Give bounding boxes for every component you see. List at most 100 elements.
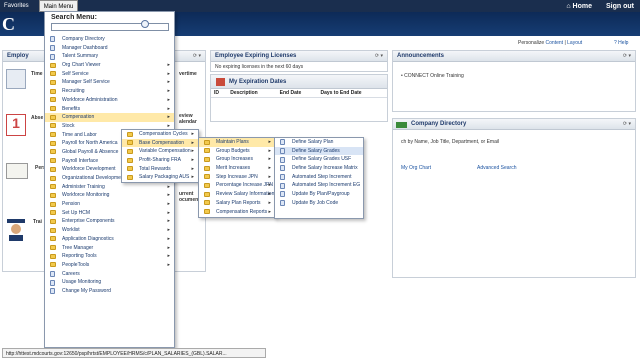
folder-icon <box>127 157 133 163</box>
menu-item[interactable]: Compensation ▸ <box>45 113 174 122</box>
pagelet-title: Employee Expiring Licenses ⟳ ▾ <box>211 51 387 62</box>
menu-item[interactable]: Maintain Plans ▸ <box>199 138 275 147</box>
pagelet-controls[interactable]: ⟳ ▾ <box>375 51 383 62</box>
personalize-bar: Personalize Content | Layout <box>518 40 582 46</box>
menu-item[interactable]: Automated Step Increment <box>275 173 363 182</box>
menu-item[interactable]: Workforce Administration ▸ <box>45 96 174 105</box>
menu-item[interactable]: Workforce Monitoring ▸ <box>45 191 174 200</box>
expiration-table: ID Description End Date Days to End Date <box>211 89 387 98</box>
folder-icon <box>50 132 56 138</box>
personalize-layout-link[interactable]: Layout <box>567 40 582 46</box>
menu-item[interactable]: Set Up HCM ▸ <box>45 209 174 218</box>
signout-link[interactable]: Sign out <box>606 3 634 10</box>
menu-item-label: Organizational Development <box>62 175 126 181</box>
menu-item[interactable]: Update By Plan/Paygroup <box>275 190 363 199</box>
menu-item[interactable]: Benefits ▸ <box>45 105 174 114</box>
org-chart-link[interactable]: My Org Chart <box>401 165 431 171</box>
chevron-right-icon: ▸ <box>167 227 170 234</box>
folder-icon <box>204 156 210 162</box>
menu-item[interactable]: Salary Packaging AUS ▸ <box>122 173 198 182</box>
home-link[interactable]: ⌂ Home <box>566 3 592 10</box>
menu-item[interactable]: Step Increase JPN ▸ <box>199 173 275 182</box>
menu-item[interactable]: Compensation Reports ▸ <box>199 208 275 217</box>
menu-item-label: Workforce Monitoring <box>62 192 110 199</box>
menu-item[interactable]: Group Increases ▸ <box>199 155 275 164</box>
menu-item[interactable]: Define Salary Increase Matrix <box>275 164 363 173</box>
menu-item[interactable]: Self Service ▸ <box>45 70 174 79</box>
menu-item[interactable]: PeopleTools ▸ <box>45 261 174 270</box>
menu-item[interactable]: Percentage Increase JPN ▸ <box>199 181 275 190</box>
menu-item[interactable]: Worklist ▸ <box>45 226 174 235</box>
menu-item[interactable]: Define Salary Plan <box>275 138 363 147</box>
menu-item[interactable]: Tree Manager ▸ <box>45 244 174 253</box>
menu-item-label: Worklist <box>62 227 80 234</box>
menu-item-label: Self Service <box>62 70 89 77</box>
menu-item[interactable]: Update By Job Code <box>275 199 363 208</box>
menu-item-label: Automated Step Increment <box>292 173 352 180</box>
expiring-message: No expiring licenses in the next 60 days <box>215 64 304 70</box>
menu-item[interactable]: Change My Password <box>45 287 174 296</box>
compensation-submenu: Compensation Cycles ▸ Base Compensation ▸ Va… <box>121 129 199 183</box>
menu-item-label: Tree Manager <box>62 244 94 251</box>
page-icon <box>280 165 285 172</box>
folder-icon <box>204 139 210 145</box>
folder-icon <box>127 166 133 172</box>
menu-item[interactable]: Org Chart Viewer ▸ <box>45 61 174 70</box>
menu-item[interactable]: Variable Compensation ▸ <box>122 147 198 156</box>
menu-item[interactable]: Define Salary Grades <box>275 146 363 156</box>
pagelet-controls[interactable]: ⟳ ▾ <box>623 119 631 130</box>
menu-item[interactable]: Enterprise Components ▸ <box>45 217 174 226</box>
menu-item[interactable]: Usage Monitoring <box>45 278 174 287</box>
calendar-icon: 1 <box>6 114 26 136</box>
menu-item[interactable]: Base Compensation ▸ <box>122 138 198 148</box>
menu-item[interactable]: Recruiting ▸ <box>45 87 174 96</box>
chevron-right-icon: ▸ <box>167 79 170 86</box>
menu-item[interactable]: Careers <box>45 270 174 279</box>
menu-item[interactable]: Company Directory <box>45 35 174 44</box>
search-go-icon[interactable] <box>141 20 149 28</box>
menu-item[interactable]: Automated Step Increment EG <box>275 181 363 190</box>
advanced-search-link[interactable]: Advanced Search <box>477 165 516 171</box>
announcement-item[interactable]: • CONNECT Online Training <box>401 73 464 79</box>
menu-item[interactable]: Application Diagnostics ▸ <box>45 235 174 244</box>
chevron-right-icon: ▸ <box>191 157 194 164</box>
folder-icon <box>50 79 56 85</box>
menu-search-input[interactable] <box>51 23 169 31</box>
pagelet-controls[interactable]: ⟳ ▾ <box>193 51 201 62</box>
menu-item[interactable]: Salary Plan Reports ▸ <box>199 199 275 208</box>
page-icon <box>280 156 285 163</box>
folder-icon <box>50 97 56 103</box>
pagelet-controls[interactable]: ⟳ ▾ <box>623 51 631 62</box>
folder-icon <box>50 123 56 129</box>
menu-item[interactable]: Review Salary Information ▸ <box>199 190 275 199</box>
menu-item[interactable]: Total Rewards ▸ <box>122 165 198 174</box>
favorites-menu[interactable]: Favorites <box>0 0 33 12</box>
menu-item[interactable]: Manager Self Service ▸ <box>45 78 174 87</box>
folder-icon <box>50 218 56 224</box>
expiration-dates-pagelet: My Expiration Dates ID Description End D… <box>210 74 388 122</box>
folder-icon <box>50 114 56 120</box>
announcements-pagelet: Announcements ⟳ ▾ • CONNECT Online Traini… <box>392 50 636 112</box>
chevron-right-icon: ▸ <box>167 183 170 190</box>
menu-item[interactable]: Administer Training ▸ <box>45 183 174 192</box>
page-icon <box>280 147 285 154</box>
help-link[interactable]: ? Help <box>614 40 628 46</box>
calendar-label: alendar <box>179 119 197 125</box>
menu-item[interactable]: Reporting Tools ▸ <box>45 252 174 261</box>
menu-item[interactable]: Pension ▸ <box>45 200 174 209</box>
folder-icon <box>50 88 56 94</box>
menu-item[interactable]: Define Salary Grades USF <box>275 155 363 164</box>
menu-item[interactable]: Merit Increases ▸ <box>199 164 275 173</box>
menu-item[interactable]: Profit-Sharing FRA ▸ <box>122 156 198 165</box>
page-icon <box>50 279 55 286</box>
absence-label: Abse <box>31 115 44 121</box>
announcements-title: Announcements <box>397 53 445 59</box>
menu-item[interactable]: Group Budgets ▸ <box>199 147 275 156</box>
personalize-content-link[interactable]: Content <box>546 40 564 46</box>
menu-item[interactable]: Talent Summary <box>45 52 174 61</box>
menu-item[interactable]: Compensation Cycles ▸ <box>122 130 198 139</box>
pagelet-title: Company Directory ⟳ ▾ <box>393 119 635 130</box>
menu-item-label: Global Payroll & Absence <box>62 148 119 155</box>
folder-icon <box>127 174 133 180</box>
menu-item[interactable]: Manager Dashboard <box>45 44 174 53</box>
